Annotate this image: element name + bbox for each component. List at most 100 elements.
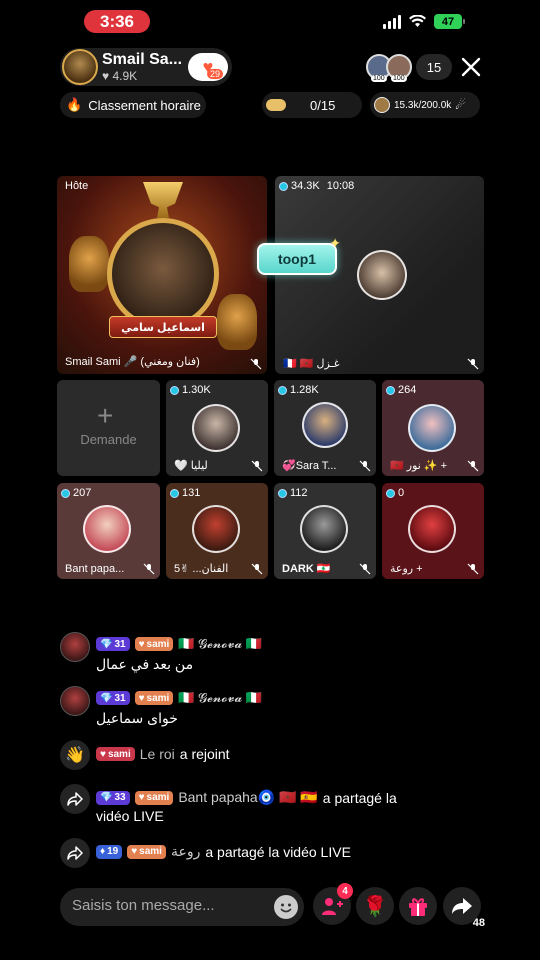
guest-tile[interactable]: 0 روعة + xyxy=(382,483,484,579)
share-button[interactable]: 48 xyxy=(443,887,485,929)
chat-header: 💎 31 ♥ sami 🇮🇹 𝓖𝓮𝓷𝓸𝓿𝓪 🇮🇹 xyxy=(96,636,262,652)
lion-decoration xyxy=(69,236,109,292)
level-badge: 💎 31 xyxy=(96,637,130,651)
share-username[interactable]: روعة xyxy=(171,843,200,860)
guest-tile[interactable]: 207 Bant papa... xyxy=(57,483,160,579)
goal-progress: 0/15 xyxy=(310,97,336,113)
fan-badge: ♥ sami xyxy=(127,844,166,859)
host-portrait xyxy=(107,218,219,330)
lion-decoration xyxy=(217,294,257,350)
guest-tile[interactable]: 264 🇲🇦 نور ✨ + xyxy=(382,380,484,476)
coins-avatar xyxy=(374,97,390,113)
host-video-tile[interactable]: اسماعيل سامي Hôte Smail Sami 🎤 (فنان ومغ… xyxy=(57,176,267,374)
host-likes-count: 4.9K xyxy=(112,69,138,83)
guest-video-tile[interactable]: 34.3K 10:08 🇫🇷 🇲🇦 غـزل xyxy=(275,176,484,374)
chat-username[interactable]: 🇮🇹 𝓖𝓮𝓷𝓸𝓿𝓪 🇮🇹 xyxy=(178,636,262,652)
fan-badge: ♥ sami xyxy=(134,637,174,651)
join-username[interactable]: Le roi xyxy=(140,746,175,762)
host-likes: ♥ 4.9K xyxy=(102,69,138,83)
guest-avatar[interactable] xyxy=(302,402,348,448)
close-icon[interactable] xyxy=(460,56,482,78)
share-username[interactable]: Bant papaha🧿 🇲🇦 🇪🇸 xyxy=(178,789,317,806)
guest-avatar[interactable] xyxy=(192,505,240,553)
message-input[interactable] xyxy=(72,897,262,914)
fan-badge: ♥ sami xyxy=(134,691,174,705)
mic-muted-icon xyxy=(467,460,479,472)
share-icon xyxy=(60,838,90,868)
status-indicators: 47 xyxy=(383,14,465,29)
chat-avatar[interactable] xyxy=(60,686,90,716)
guest-count: 1.30K xyxy=(170,384,211,396)
follow-badge: 29 xyxy=(206,69,223,79)
share-message: 💎 33 ♥ sami Bant papaha🧿 🇲🇦 🇪🇸 a partagé… xyxy=(96,789,397,806)
guest-count: 131 xyxy=(170,487,200,499)
gift-icon xyxy=(409,898,427,916)
guest-tile[interactable]: 1.28K 💞Sara T... xyxy=(274,380,376,476)
flame-icon: 🔥 xyxy=(66,97,83,112)
toop-text: toop1 xyxy=(277,251,317,267)
battery-icon: 47 xyxy=(434,14,465,29)
emoji-icon[interactable] xyxy=(274,895,298,919)
guest-requests-button[interactable]: 4 xyxy=(313,883,353,925)
sparkle-icon: ✦ xyxy=(329,235,341,251)
share-icon xyxy=(60,784,90,814)
ranking-button[interactable]: 🔥 Classement horaire xyxy=(60,92,206,118)
mic-muted-icon xyxy=(250,358,262,370)
chat-avatar[interactable] xyxy=(60,632,90,662)
guest-avatar[interactable] xyxy=(83,505,131,553)
trophy-icon xyxy=(143,182,183,218)
guest-count: 1.28K xyxy=(278,384,319,396)
guest-avatar[interactable] xyxy=(300,505,348,553)
chat-username[interactable]: 🇮🇹 𝓖𝓮𝓷𝓸𝓿𝓪 🇮🇹 xyxy=(178,690,262,706)
follow-button[interactable]: ♥ 29 xyxy=(188,53,228,81)
fan-badge: ♥ sami xyxy=(134,790,174,805)
guest-avatar[interactable] xyxy=(192,404,240,452)
mic-muted-icon xyxy=(251,563,263,575)
request-label: Demande xyxy=(80,432,137,447)
guest-count: 264 xyxy=(386,384,416,396)
guest-avatar[interactable] xyxy=(408,505,456,553)
guest-name: Bant papa... xyxy=(65,563,125,575)
host-tile-name: Smail Sami 🎤 (فنان ومغني) xyxy=(65,356,200,368)
guest-tile[interactable]: 112 DARK 🇱🇧 xyxy=(274,483,376,579)
share-count: 48 xyxy=(472,917,485,929)
mic-muted-icon xyxy=(143,563,155,575)
guest-name: 🇲🇦 نور ✨ + xyxy=(390,460,448,472)
plus-icon: + xyxy=(97,400,114,431)
gift-button[interactable] xyxy=(399,887,437,925)
cloud-icon xyxy=(266,99,286,111)
message-input-container[interactable] xyxy=(60,888,304,926)
wifi-icon xyxy=(409,15,426,27)
host-avatar[interactable] xyxy=(62,49,98,85)
guest-tile[interactable]: 1.30K 🤍 ليليا xyxy=(166,380,268,476)
rocket-icon: ☄ xyxy=(455,98,467,112)
rose-icon: 🌹 xyxy=(362,895,388,918)
guest-name: 💞Sara T... xyxy=(282,460,337,472)
people-icon xyxy=(322,898,343,915)
guest-count: 34.3K 10:08 xyxy=(279,180,354,192)
chat-message: خواى سماعيل xyxy=(96,710,178,726)
host-banner: اسماعيل سامي xyxy=(109,316,217,338)
level-badge: 💎 31 xyxy=(96,691,130,705)
viewer-count[interactable]: 15 xyxy=(416,54,452,80)
host-name: Smail Sa... xyxy=(102,51,183,68)
guest-name: 🤍 ليليا xyxy=(174,460,208,472)
rose-gift-button[interactable]: 🌹 xyxy=(356,887,394,925)
guest-name: الفنان... ✌5 xyxy=(174,563,229,575)
goal-button[interactable]: 0/15 xyxy=(262,92,362,118)
request-guest-tile[interactable]: + Demande xyxy=(57,380,160,476)
top-viewers[interactable]: 100 100 15 xyxy=(366,54,452,82)
host-profile[interactable]: Smail Sa... ♥ 4.9K ♥ 29 xyxy=(60,48,232,86)
coins-progress-button[interactable]: 15.3k/200.0k ☄ xyxy=(370,92,480,118)
guest-avatar[interactable] xyxy=(408,404,456,452)
guest-tile[interactable]: 131 الفنان... ✌5 xyxy=(166,483,268,579)
share-message: ♦ 19 ♥ sami روعة a partagé la vidéo LIVE xyxy=(96,843,351,860)
host-label: Hôte xyxy=(65,180,89,192)
guest-count: 112 xyxy=(278,487,308,499)
toop-gift-label[interactable]: toop1 ✦ xyxy=(257,235,341,275)
viewer-avatar[interactable]: 100 xyxy=(386,54,412,82)
join-message: ♥ sami Le roi a rejoint xyxy=(96,746,230,762)
mic-muted-icon xyxy=(359,563,371,575)
guest-avatar[interactable] xyxy=(357,250,407,300)
join-action: a rejoint xyxy=(179,746,230,762)
